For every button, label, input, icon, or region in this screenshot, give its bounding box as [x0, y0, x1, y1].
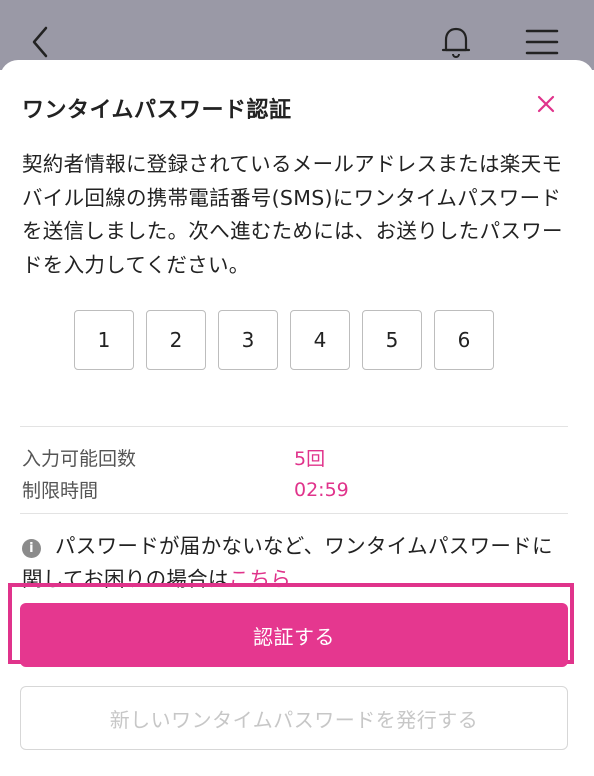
page: ワンタイムパスワード認証 契約者情報に登録されているメールアドレスまたは楽天モバ… [0, 0, 594, 776]
time-limit-value: 02:59 [294, 478, 349, 501]
time-limit-row: 制限時間 02:59 [22, 476, 349, 503]
bell-icon [441, 27, 471, 59]
info-icon: i [22, 539, 41, 558]
otp-digit-input[interactable]: 3 [218, 310, 278, 370]
close-icon [537, 95, 555, 113]
otp-description: 契約者情報に登録されているメールアドレスまたは楽天モバイル回線の携帯電話番号(S… [22, 152, 563, 277]
otp-digit-input[interactable]: 2 [146, 310, 206, 370]
chevron-left-icon [32, 26, 48, 58]
attempts-label: 入力可能回数 [22, 448, 137, 470]
verify-button[interactable]: 認証する [20, 603, 568, 667]
reissue-otp-button[interactable]: 新しいワンタイムパスワードを発行する [20, 686, 568, 750]
divider [20, 426, 568, 427]
otp-modal: ワンタイムパスワード認証 契約者情報に登録されているメールアドレスまたは楽天モバ… [0, 60, 594, 776]
hamburger-menu-icon [525, 29, 559, 55]
divider [20, 513, 568, 514]
time-limit-label: 制限時間 [22, 480, 99, 502]
otp-digit-input[interactable]: 6 [434, 310, 494, 370]
attempts-row: 入力可能回数 5回 [22, 444, 325, 471]
back-button[interactable] [20, 22, 60, 62]
otp-digit-input[interactable]: 4 [290, 310, 350, 370]
close-button[interactable] [530, 88, 562, 120]
attempts-value: 5回 [294, 448, 326, 470]
otp-digit-input[interactable]: 1 [74, 310, 134, 370]
otp-digit-input[interactable]: 5 [362, 310, 422, 370]
otp-input-group: 1 2 3 4 5 6 [74, 310, 494, 372]
notifications-button[interactable] [436, 22, 476, 62]
menu-button[interactable] [522, 22, 562, 62]
modal-title: ワンタイムパスワード認証 [22, 98, 292, 123]
